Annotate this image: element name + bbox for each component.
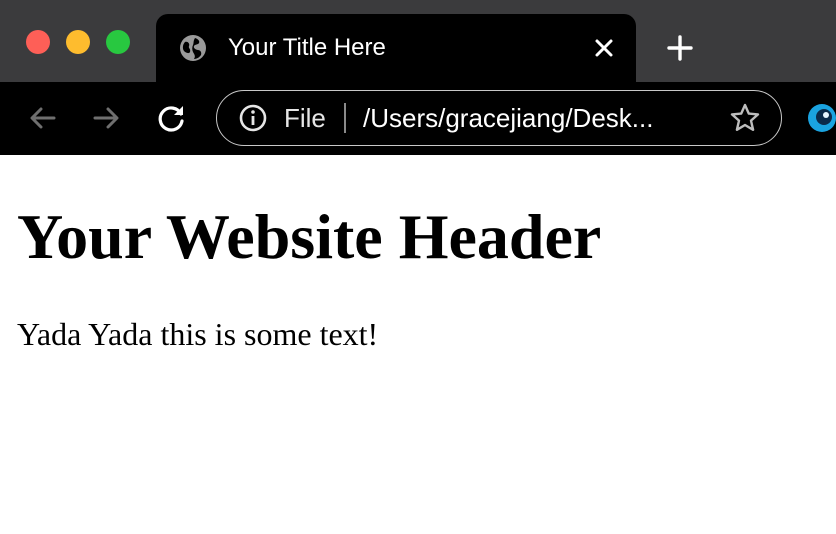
globe-icon: [180, 35, 206, 61]
browser-toolbar: File /Users/gracejiang/Desk...: [0, 82, 836, 155]
window-maximize-button[interactable]: [106, 30, 130, 54]
page-paragraph: Yada Yada this is some text!: [17, 316, 379, 352]
reload-icon[interactable]: [156, 102, 188, 134]
window-minimize-button[interactable]: [66, 30, 90, 54]
arrow-left-icon[interactable]: [27, 102, 59, 134]
address-bar[interactable]: File /Users/gracejiang/Desk...: [216, 90, 782, 146]
star-icon[interactable]: [729, 102, 761, 134]
close-icon[interactable]: [590, 34, 618, 62]
url-scheme-label: File: [284, 103, 326, 133]
window-close-button[interactable]: [26, 30, 50, 54]
plus-icon[interactable]: [664, 32, 696, 64]
arrow-right-icon[interactable]: [90, 102, 122, 134]
tab-title: Your Title Here: [228, 34, 386, 61]
page-content: Your Website Header Yada Yada this is so…: [0, 155, 836, 534]
tab-strip: Your Title Here: [0, 0, 836, 82]
url-text[interactable]: /Users/gracejiang/Desk...: [363, 101, 653, 135]
extension-icon[interactable]: [806, 103, 836, 133]
page-header: Your Website Header: [17, 201, 602, 272]
info-icon[interactable]: [238, 103, 268, 133]
address-separator: [344, 103, 346, 133]
browser-tab[interactable]: Your Title Here: [156, 14, 636, 82]
